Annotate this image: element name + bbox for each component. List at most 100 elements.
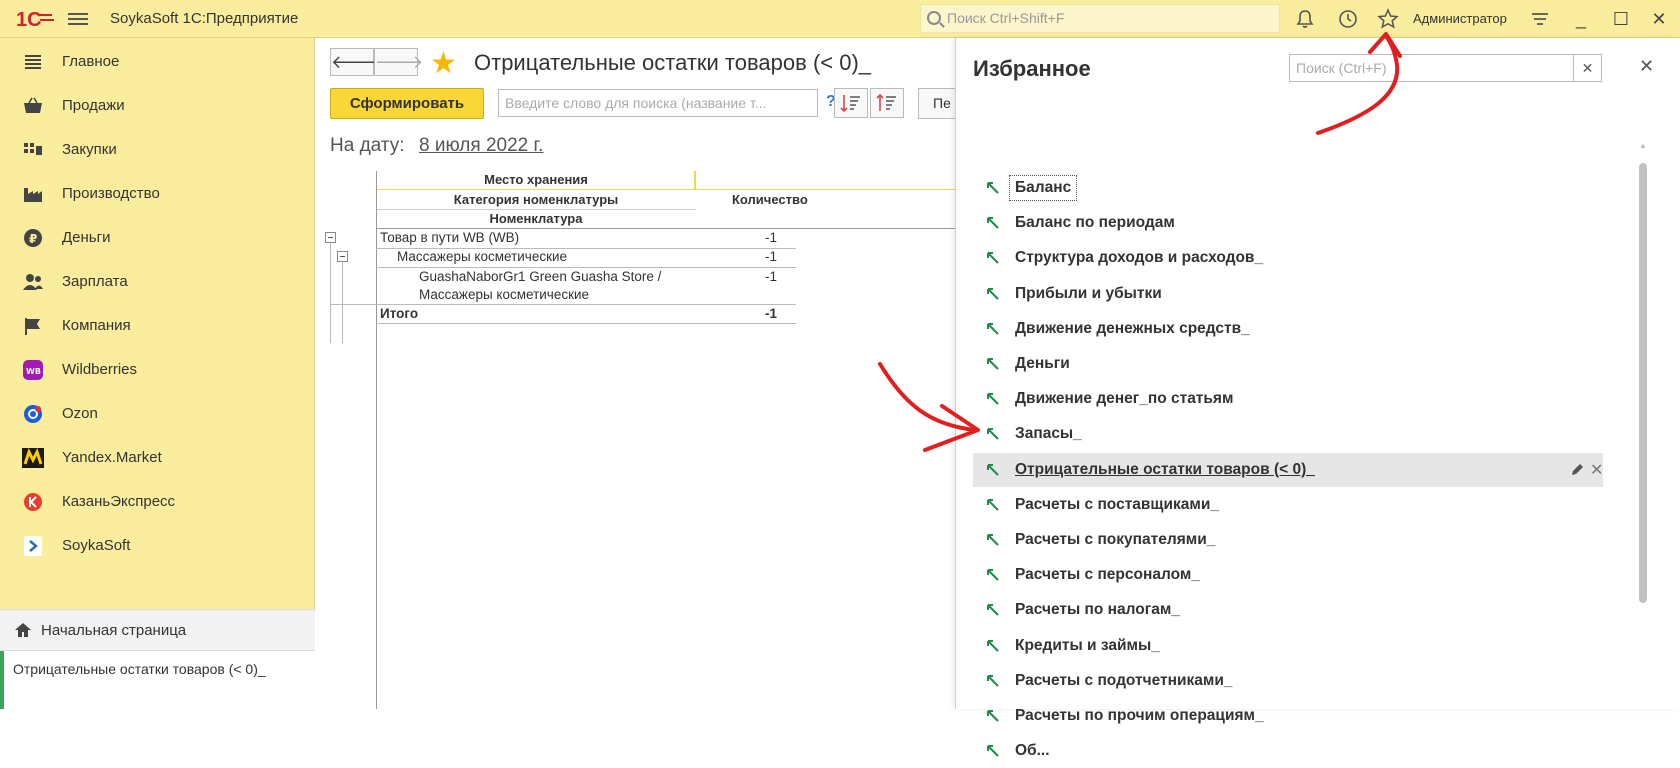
sidebar-item-label: Деньги [62, 229, 111, 246]
flag-icon [25, 318, 40, 335]
search-icon [927, 11, 941, 25]
favorites-item-label: Структура доходов и расходов_ [1015, 249, 1264, 267]
maximize-icon[interactable]: ☐ [1608, 6, 1634, 32]
row-storage: Товар в пути WB (WB) [380, 230, 520, 245]
row-item-line1: GuashaNaborGr1 Green Guasha Store / [419, 269, 662, 284]
main-menu-icon[interactable] [68, 10, 88, 28]
sidebar-item-label: Wildberries [62, 361, 138, 378]
row-item-value: -1 [765, 269, 778, 284]
favorites-item[interactable]: Отрицательные остатки товаров (< 0)_ ✕ [973, 452, 1603, 487]
bell-icon[interactable] [1294, 8, 1316, 30]
favorites-item[interactable]: Расчеты с поставщиками_ [973, 488, 1603, 522]
svg-text:WB: WB [26, 367, 41, 376]
factory-icon [24, 188, 42, 202]
sidebar-item-label: Yandex.Market [62, 449, 162, 466]
sidebar: Главное Продажи Закупки Производство ₽ Д… [0, 38, 315, 709]
sidebar-item-yandex-market[interactable]: Yandex.Market [0, 436, 315, 480]
sidebar-item-soykasoft[interactable]: SoykaSoft [0, 524, 315, 568]
sidebar-item-production[interactable]: Производство [0, 172, 315, 216]
row-category: Массажеры косметические [397, 249, 568, 264]
sidebar-item-label: Закупки [62, 141, 117, 158]
date-value[interactable]: 8 июля 2022 г. [419, 135, 543, 157]
clear-search-icon[interactable]: ✕ [1574, 54, 1602, 82]
favorites-item[interactable]: Баланс [973, 171, 1603, 205]
remove-favorite-icon[interactable]: ✕ [1590, 460, 1603, 480]
favorites-item[interactable]: Структура доходов и расходов_ [973, 241, 1603, 275]
report-arrow-icon [987, 463, 999, 476]
sidebar-item-sales[interactable]: Продажи [0, 84, 315, 128]
sidebar-item-label: SoykaSoft [62, 537, 131, 554]
collapse-icon[interactable] [325, 232, 336, 243]
ruble-icon: ₽ [24, 229, 42, 247]
favorites-item[interactable]: Об... [973, 734, 1603, 768]
home-page-label: Начальная страница [41, 622, 187, 639]
sidebar-item-wildberries[interactable]: WB Wildberries [0, 348, 315, 392]
open-window-tab[interactable]: Отрицательные остатки товаров (< 0)_ [0, 651, 315, 709]
sidebar-item-company[interactable]: Компания [0, 304, 315, 348]
header-category: Категория номенклатуры [453, 192, 619, 207]
back-button[interactable]: 🡐 [330, 48, 379, 76]
favorites-item-label: Движение денежных средств_ [1015, 319, 1250, 337]
favorites-item[interactable]: Расчеты с покупателями_ [973, 523, 1603, 557]
home-icon [15, 623, 31, 637]
edit-pencil-icon[interactable] [1569, 462, 1585, 478]
row-item-line2: Массажеры косметические [419, 287, 590, 302]
collapse-icon[interactable] [337, 251, 348, 262]
favorites-item[interactable]: Расчеты по налогам_ [973, 593, 1603, 627]
sidebar-item-label: Главное [62, 53, 120, 70]
favorite-star-icon[interactable]: ★ [430, 46, 457, 81]
favorites-item[interactable]: Движение денежных средств_ [973, 312, 1603, 346]
scroll-up-icon[interactable]: ▲ [1639, 141, 1647, 150]
app-title: SoykaSoft 1С:Предприятие [110, 10, 299, 27]
row-category-value: -1 [765, 249, 778, 264]
minimize-icon[interactable]: _ [1568, 6, 1594, 32]
close-icon[interactable]: ✕ [1646, 6, 1672, 32]
scrollbar-thumb[interactable] [1639, 163, 1647, 603]
global-search-placeholder: Поиск Ctrl+Shift+F [947, 10, 1065, 26]
favorites-item[interactable]: Деньги [973, 347, 1603, 381]
total-value: -1 [765, 306, 778, 321]
sort-descending-button[interactable] [834, 88, 868, 118]
forward-button[interactable]: 🡒 [374, 48, 423, 76]
open-window-label: Отрицательные остатки товаров (< 0)_ [13, 661, 266, 677]
report-search-input[interactable]: Введите слово для поиска (название т... [498, 89, 818, 117]
sidebar-item-main[interactable]: Главное [0, 40, 315, 84]
favorites-item[interactable]: Запасы_ [973, 417, 1603, 451]
favorites-item[interactable]: Расчеты с персоналом_ [973, 558, 1603, 592]
wildberries-icon: WB [23, 360, 43, 380]
favorites-item[interactable]: Прибыли и убытки [973, 277, 1603, 311]
favorites-item[interactable]: Баланс по периодам [973, 206, 1603, 240]
row-storage-value: -1 [765, 230, 778, 245]
settings-menu-icon[interactable] [1529, 8, 1551, 30]
sidebar-item-money[interactable]: ₽ Деньги [0, 216, 315, 260]
sidebar-item-kazanexpress[interactable]: КазаньЭкспресс [0, 480, 315, 524]
user-name[interactable]: Администратор [1413, 11, 1507, 26]
sidebar-item-ozon[interactable]: Ozon [0, 392, 315, 436]
1c-logo-icon[interactable]: 1С [14, 7, 60, 31]
favorites-item[interactable]: Расчеты с подотчетниками_ [973, 664, 1603, 698]
soykasoft-icon [24, 536, 42, 556]
favorites-item[interactable]: Кредиты и займы_ [973, 629, 1603, 663]
home-page-tab[interactable]: Начальная страница [0, 609, 315, 651]
sidebar-item-purchases[interactable]: Закупки [0, 128, 315, 172]
report-arrow-icon [987, 393, 999, 405]
report-arrow-icon [987, 322, 999, 335]
basket-icon [24, 97, 42, 113]
total-label: Итого [380, 306, 419, 321]
sidebar-item-salary[interactable]: Зарплата [0, 260, 315, 304]
favorites-star-icon[interactable] [1377, 8, 1399, 30]
date-label: На дату: [330, 135, 405, 156]
close-panel-icon[interactable]: ✕ [1639, 56, 1654, 77]
favorites-item[interactable]: Расчеты по прочим операциям_ [973, 699, 1603, 733]
history-icon[interactable] [1337, 8, 1359, 30]
sidebar-item-label: Производство [62, 185, 160, 202]
generate-button[interactable]: Сформировать [330, 88, 484, 119]
sidebar-item-label: Компания [62, 317, 131, 334]
favorites-item[interactable]: Движение денег_по статьям [973, 382, 1603, 416]
svg-text:1С: 1С [16, 9, 42, 31]
global-search-input[interactable]: Поиск Ctrl+Shift+F [920, 4, 1280, 33]
favorites-search-input[interactable]: Поиск (Ctrl+F) [1289, 54, 1574, 82]
sidebar-item-label: Продажи [62, 97, 125, 114]
sidebar-item-label: КазаньЭкспресс [62, 493, 176, 510]
sort-ascending-button[interactable] [870, 88, 904, 118]
